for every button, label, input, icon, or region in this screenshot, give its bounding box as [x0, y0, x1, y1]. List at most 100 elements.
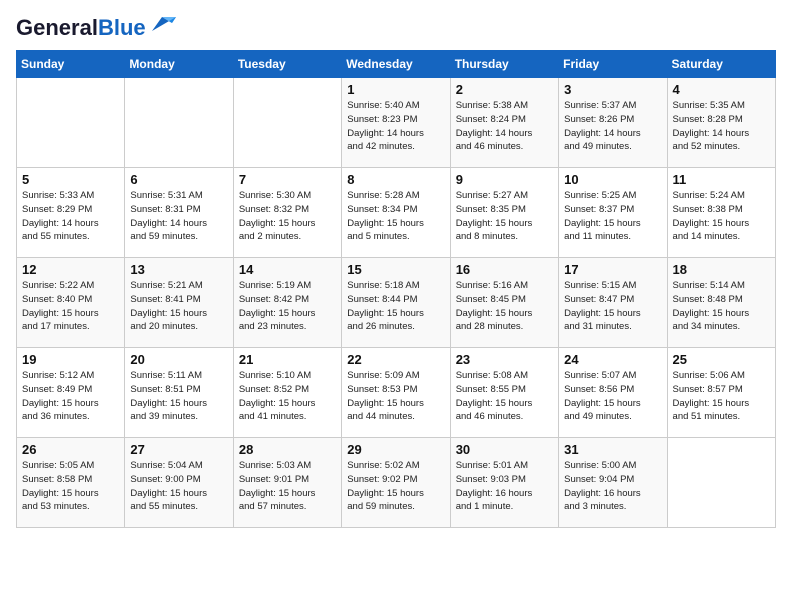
- day-info: Sunrise: 5:35 AM Sunset: 8:28 PM Dayligh…: [673, 99, 770, 154]
- day-number: 8: [347, 172, 444, 187]
- weekday-header-thursday: Thursday: [450, 51, 558, 78]
- day-info: Sunrise: 5:05 AM Sunset: 8:58 PM Dayligh…: [22, 459, 119, 514]
- day-number: 15: [347, 262, 444, 277]
- day-number: 13: [130, 262, 227, 277]
- day-number: 28: [239, 442, 336, 457]
- day-number: 6: [130, 172, 227, 187]
- day-info: Sunrise: 5:33 AM Sunset: 8:29 PM Dayligh…: [22, 189, 119, 244]
- calendar-cell: 29 Sunrise: 5:02 AM Sunset: 9:02 PM Dayli…: [342, 438, 450, 528]
- logo-icon: [148, 15, 176, 33]
- calendar-cell: [233, 78, 341, 168]
- calendar-cell: [667, 438, 775, 528]
- day-info: Sunrise: 5:01 AM Sunset: 9:03 PM Dayligh…: [456, 459, 553, 514]
- day-info: Sunrise: 5:18 AM Sunset: 8:44 PM Dayligh…: [347, 279, 444, 334]
- day-number: 26: [22, 442, 119, 457]
- calendar-cell: 24 Sunrise: 5:07 AM Sunset: 8:56 PM Dayli…: [559, 348, 667, 438]
- day-number: 1: [347, 82, 444, 97]
- day-info: Sunrise: 5:02 AM Sunset: 9:02 PM Dayligh…: [347, 459, 444, 514]
- calendar-cell: 25Sunrise: 5:06 AM Sunset: 8:57 PM Dayli…: [667, 348, 775, 438]
- day-number: 12: [22, 262, 119, 277]
- weekday-header-wednesday: Wednesday: [342, 51, 450, 78]
- day-info: Sunrise: 5:09 AM Sunset: 8:53 PM Dayligh…: [347, 369, 444, 424]
- day-info: Sunrise: 5:00 AM Sunset: 9:04 PM Dayligh…: [564, 459, 661, 514]
- day-number: 31: [564, 442, 661, 457]
- logo-blue: Blue: [98, 15, 146, 40]
- calendar-cell: 16Sunrise: 5:16 AM Sunset: 8:45 PM Dayli…: [450, 258, 558, 348]
- calendar-cell: 3 Sunrise: 5:37 AM Sunset: 8:26 PM Daylig…: [559, 78, 667, 168]
- calendar-cell: 4 Sunrise: 5:35 AM Sunset: 8:28 PM Daylig…: [667, 78, 775, 168]
- logo-general: General: [16, 15, 98, 40]
- calendar-cell: 17Sunrise: 5:15 AM Sunset: 8:47 PM Dayli…: [559, 258, 667, 348]
- day-number: 16: [456, 262, 553, 277]
- calendar-cell: 13 Sunrise: 5:21 AM Sunset: 8:41 PM Dayli…: [125, 258, 233, 348]
- calendar-cell: 12 Sunrise: 5:22 AM Sunset: 8:40 PM Dayli…: [17, 258, 125, 348]
- day-number: 11: [673, 172, 770, 187]
- day-info: Sunrise: 5:04 AM Sunset: 9:00 PM Dayligh…: [130, 459, 227, 514]
- calendar-cell: 30 Sunrise: 5:01 AM Sunset: 9:03 PM Dayli…: [450, 438, 558, 528]
- calendar-header-row: SundayMondayTuesdayWednesdayThursdayFrid…: [17, 51, 776, 78]
- day-number: 24: [564, 352, 661, 367]
- calendar-cell: 5 Sunrise: 5:33 AM Sunset: 8:29 PM Daylig…: [17, 168, 125, 258]
- day-number: 22: [347, 352, 444, 367]
- day-info: Sunrise: 5:38 AM Sunset: 8:24 PM Dayligh…: [456, 99, 553, 154]
- calendar-week-5: 26 Sunrise: 5:05 AM Sunset: 8:58 PM Dayli…: [17, 438, 776, 528]
- calendar-week-1: 1 Sunrise: 5:40 AM Sunset: 8:23 PM Daylig…: [17, 78, 776, 168]
- calendar-cell: 2 Sunrise: 5:38 AM Sunset: 8:24 PM Daylig…: [450, 78, 558, 168]
- day-info: Sunrise: 5:10 AM Sunset: 8:52 PM Dayligh…: [239, 369, 336, 424]
- day-number: 25: [673, 352, 770, 367]
- day-info: Sunrise: 5:11 AM Sunset: 8:51 PM Dayligh…: [130, 369, 227, 424]
- day-info: Sunrise: 5:24 AM Sunset: 8:38 PM Dayligh…: [673, 189, 770, 244]
- calendar-cell: 15 Sunrise: 5:18 AM Sunset: 8:44 PM Dayli…: [342, 258, 450, 348]
- day-info: Sunrise: 5:27 AM Sunset: 8:35 PM Dayligh…: [456, 189, 553, 244]
- day-number: 5: [22, 172, 119, 187]
- day-info: Sunrise: 5:14 AM Sunset: 8:48 PM Dayligh…: [673, 279, 770, 334]
- day-number: 30: [456, 442, 553, 457]
- calendar-cell: 9Sunrise: 5:27 AM Sunset: 8:35 PM Daylig…: [450, 168, 558, 258]
- calendar-cell: 22 Sunrise: 5:09 AM Sunset: 8:53 PM Dayli…: [342, 348, 450, 438]
- calendar-cell: 8Sunrise: 5:28 AM Sunset: 8:34 PM Daylig…: [342, 168, 450, 258]
- day-info: Sunrise: 5:21 AM Sunset: 8:41 PM Dayligh…: [130, 279, 227, 334]
- day-number: 29: [347, 442, 444, 457]
- calendar-cell: 10Sunrise: 5:25 AM Sunset: 8:37 PM Dayli…: [559, 168, 667, 258]
- day-number: 2: [456, 82, 553, 97]
- calendar-table: SundayMondayTuesdayWednesdayThursdayFrid…: [16, 50, 776, 528]
- calendar-cell: 20Sunrise: 5:11 AM Sunset: 8:51 PM Dayli…: [125, 348, 233, 438]
- day-number: 18: [673, 262, 770, 277]
- calendar-cell: 1 Sunrise: 5:40 AM Sunset: 8:23 PM Daylig…: [342, 78, 450, 168]
- page-header: GeneralBlue: [16, 16, 776, 40]
- day-info: Sunrise: 5:25 AM Sunset: 8:37 PM Dayligh…: [564, 189, 661, 244]
- calendar-week-3: 12 Sunrise: 5:22 AM Sunset: 8:40 PM Dayli…: [17, 258, 776, 348]
- calendar-cell: [125, 78, 233, 168]
- day-info: Sunrise: 5:31 AM Sunset: 8:31 PM Dayligh…: [130, 189, 227, 244]
- day-info: Sunrise: 5:37 AM Sunset: 8:26 PM Dayligh…: [564, 99, 661, 154]
- day-number: 21: [239, 352, 336, 367]
- day-number: 19: [22, 352, 119, 367]
- weekday-header-sunday: Sunday: [17, 51, 125, 78]
- calendar-cell: 26 Sunrise: 5:05 AM Sunset: 8:58 PM Dayli…: [17, 438, 125, 528]
- day-info: Sunrise: 5:15 AM Sunset: 8:47 PM Dayligh…: [564, 279, 661, 334]
- calendar-cell: 7Sunrise: 5:30 AM Sunset: 8:32 PM Daylig…: [233, 168, 341, 258]
- calendar-week-2: 5 Sunrise: 5:33 AM Sunset: 8:29 PM Daylig…: [17, 168, 776, 258]
- day-info: Sunrise: 5:03 AM Sunset: 9:01 PM Dayligh…: [239, 459, 336, 514]
- day-number: 3: [564, 82, 661, 97]
- calendar-cell: 14Sunrise: 5:19 AM Sunset: 8:42 PM Dayli…: [233, 258, 341, 348]
- day-info: Sunrise: 5:40 AM Sunset: 8:23 PM Dayligh…: [347, 99, 444, 154]
- weekday-header-tuesday: Tuesday: [233, 51, 341, 78]
- day-number: 23: [456, 352, 553, 367]
- day-info: Sunrise: 5:07 AM Sunset: 8:56 PM Dayligh…: [564, 369, 661, 424]
- calendar-cell: 21 Sunrise: 5:10 AM Sunset: 8:52 PM Dayli…: [233, 348, 341, 438]
- calendar-cell: 18 Sunrise: 5:14 AM Sunset: 8:48 PM Dayli…: [667, 258, 775, 348]
- day-number: 4: [673, 82, 770, 97]
- day-number: 14: [239, 262, 336, 277]
- day-number: 27: [130, 442, 227, 457]
- logo: GeneralBlue: [16, 16, 176, 40]
- weekday-header-friday: Friday: [559, 51, 667, 78]
- calendar-cell: 28 Sunrise: 5:03 AM Sunset: 9:01 PM Dayli…: [233, 438, 341, 528]
- weekday-header-saturday: Saturday: [667, 51, 775, 78]
- day-info: Sunrise: 5:12 AM Sunset: 8:49 PM Dayligh…: [22, 369, 119, 424]
- calendar-week-4: 19 Sunrise: 5:12 AM Sunset: 8:49 PM Dayli…: [17, 348, 776, 438]
- calendar-cell: 11 Sunrise: 5:24 AM Sunset: 8:38 PM Dayli…: [667, 168, 775, 258]
- day-info: Sunrise: 5:22 AM Sunset: 8:40 PM Dayligh…: [22, 279, 119, 334]
- calendar-cell: 31 Sunrise: 5:00 AM Sunset: 9:04 PM Dayli…: [559, 438, 667, 528]
- calendar-cell: [17, 78, 125, 168]
